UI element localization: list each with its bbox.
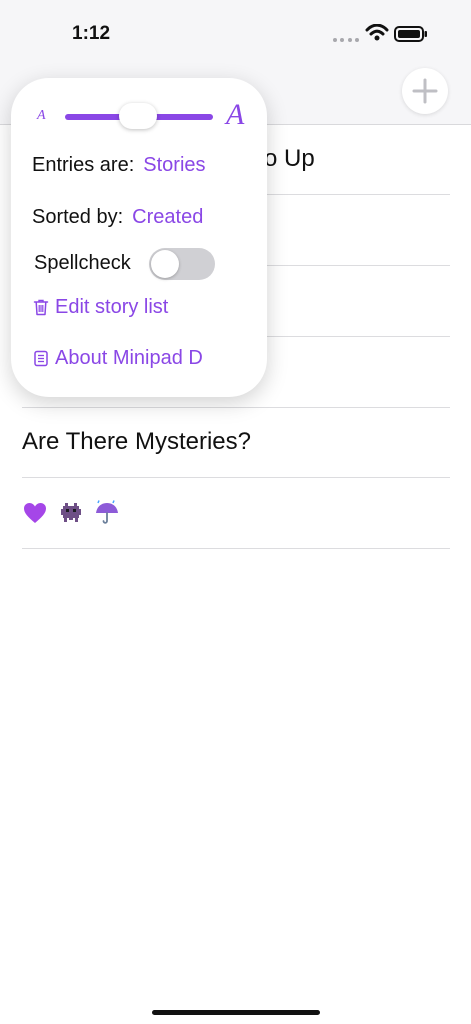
about-label: About Minipad D: [55, 347, 203, 369]
sort-setting: Sorted by: Created: [32, 206, 203, 229]
sorted-label: Sorted by:: [32, 206, 124, 228]
add-entry-button[interactable]: [402, 68, 448, 114]
document-icon: [34, 350, 48, 367]
umbrella-rain-icon: [96, 500, 118, 524]
story-title: Are There Mysteries?: [22, 428, 251, 455]
plus-icon: [412, 78, 438, 104]
cellular-signal-icon: [333, 38, 359, 44]
story-row[interactable]: [22, 478, 450, 549]
entries-label: Entries are:: [32, 154, 135, 176]
spellcheck-label: Spellcheck: [34, 252, 131, 274]
entries-type-setting: Entries are: Stories: [32, 154, 206, 177]
alien-monster-icon: [61, 503, 81, 522]
story-row[interactable]: Are There Mysteries?: [22, 407, 450, 478]
text-size-slider-thumb[interactable]: [119, 103, 157, 129]
trash-icon: [33, 299, 49, 316]
settings-popover: A A Entries are: Stories Sorted by: Create…: [11, 78, 267, 397]
purple-heart-icon: [24, 503, 46, 523]
story-emoji-title: [22, 500, 120, 526]
wifi-icon: [365, 24, 389, 41]
battery-icon: [394, 26, 427, 42]
sorted-value-button[interactable]: Created: [132, 206, 203, 228]
home-indicator[interactable]: [152, 1010, 320, 1015]
text-size-large-label: A: [226, 98, 245, 131]
app-screen: 1:12 ries o Up A: [0, 0, 471, 1024]
edit-story-list-label: Edit story list: [55, 296, 169, 318]
spellcheck-toggle[interactable]: [149, 248, 215, 280]
about-button[interactable]: About Minipad D: [33, 347, 203, 370]
text-size-small-label: A: [37, 108, 46, 123]
edit-story-list-button[interactable]: Edit story list: [33, 296, 168, 319]
toggle-knob: [151, 250, 179, 278]
status-time: 1:12: [72, 23, 111, 44]
entries-value-button[interactable]: Stories: [143, 154, 205, 176]
